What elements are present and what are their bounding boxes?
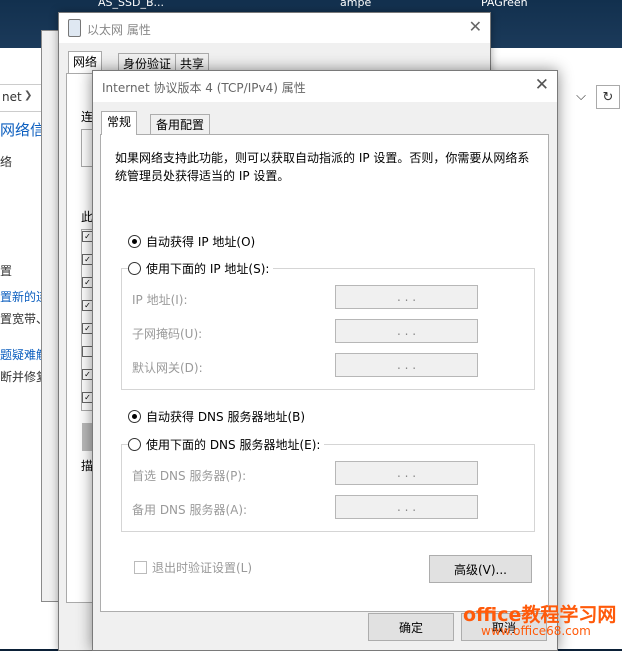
ip-auto-radio[interactable]: 自动获得 IP 地址(O)	[128, 233, 260, 250]
default-gateway-value: . . .	[396, 358, 417, 372]
desktop-icon-label: PAGreen	[481, 0, 528, 9]
dns-auto-label: 自动获得 DNS 服务器地址(B)	[146, 410, 306, 424]
preferred-dns-input[interactable]: . . .	[335, 461, 478, 485]
ethernet-title: 以太网 属性	[87, 23, 151, 37]
checkbox-icon	[134, 561, 147, 574]
radio-icon	[128, 262, 141, 275]
preferred-dns-label: 首选 DNS 服务器(P):	[132, 469, 247, 483]
validate-settings-checkbox[interactable]: 退出时验证设置(L)	[134, 559, 252, 576]
ethernet-titlebar: 以太网 属性 ✕	[59, 13, 490, 43]
ip-manual-label: 使用下面的 IP 地址(S):	[146, 262, 270, 276]
radio-icon	[128, 410, 141, 423]
desktop-icon-label: AS_SSD_B...	[98, 0, 164, 9]
dns-manual-label: 使用下面的 DNS 服务器地址(E):	[146, 438, 321, 452]
address-text: net	[2, 90, 22, 104]
radio-icon	[128, 438, 141, 451]
ip-address-label: IP 地址(I):	[132, 293, 188, 307]
watermark-brand: office教程学习网	[463, 604, 617, 626]
ok-button[interactable]: 确定	[368, 613, 454, 641]
ip-manual-radio[interactable]: 使用下面的 IP 地址(S):	[128, 260, 274, 277]
dns-manual-radio[interactable]: 使用下面的 DNS 服务器地址(E):	[128, 436, 325, 453]
default-gateway-input[interactable]: . . .	[335, 353, 478, 377]
explorer-heading: 网络信	[0, 121, 46, 139]
preferred-dns-value: . . .	[396, 466, 417, 480]
explorer-text: 络	[0, 155, 13, 169]
alternate-dns-value: . . .	[396, 500, 417, 514]
dialog-titlebar: Internet 协议版本 4 (TCP/IPv4) 属性 ✕	[93, 71, 557, 102]
close-icon[interactable]: ✕	[469, 17, 482, 36]
tab-alternate-configuration[interactable]: 备用配置	[150, 114, 211, 135]
dns-auto-radio[interactable]: 自动获得 DNS 服务器地址(B)	[128, 408, 310, 425]
radio-icon	[128, 235, 141, 248]
ip-address-input[interactable]: . . .	[335, 285, 478, 309]
refresh-button[interactable]: ↻	[596, 85, 620, 109]
alternate-dns-label: 备用 DNS 服务器(A):	[132, 503, 248, 517]
ip-address-value: . . .	[396, 290, 417, 304]
ipv4-properties-dialog: Internet 协议版本 4 (TCP/IPv4) 属性 ✕ 常规 备用配置 …	[92, 70, 558, 651]
close-icon[interactable]: ✕	[535, 75, 549, 95]
advanced-button[interactable]: 高级(V)...	[429, 555, 532, 583]
chevron-right-icon: ❯	[24, 90, 33, 101]
validate-settings-label: 退出时验证设置(L)	[152, 561, 253, 575]
alternate-dns-input[interactable]: . . .	[335, 495, 478, 519]
ip-auto-label: 自动获得 IP 地址(O)	[146, 235, 256, 249]
dropdown-icon[interactable]: ⌵	[570, 85, 592, 107]
explorer-toolbar: ⌵ ↻	[570, 85, 622, 109]
default-gateway-label: 默认网关(D):	[132, 361, 203, 375]
description-text: 如果网络支持此功能，则可以获取自动指派的 IP 设置。否则，你需要从网络系统管理…	[115, 151, 530, 183]
radio-selected-dot	[132, 414, 137, 419]
tab-general[interactable]: 常规	[101, 111, 138, 135]
desktop-icon-label: ampe	[340, 0, 372, 9]
subnet-mask-input[interactable]: . . .	[335, 319, 478, 343]
general-panel: 如果网络支持此功能，则可以获取自动指派的 IP 设置。否则，你需要从网络系统管理…	[100, 134, 549, 612]
explorer-text: 置	[0, 264, 13, 278]
radio-selected-dot	[132, 239, 137, 244]
watermark-url: www.office68.com	[481, 624, 591, 638]
subnet-mask-value: . . .	[396, 324, 417, 338]
network-adapter-icon	[68, 19, 81, 37]
dialog-title: Internet 协议版本 4 (TCP/IPv4) 属性	[102, 81, 306, 95]
subnet-mask-label: 子网掩码(U):	[132, 327, 203, 341]
